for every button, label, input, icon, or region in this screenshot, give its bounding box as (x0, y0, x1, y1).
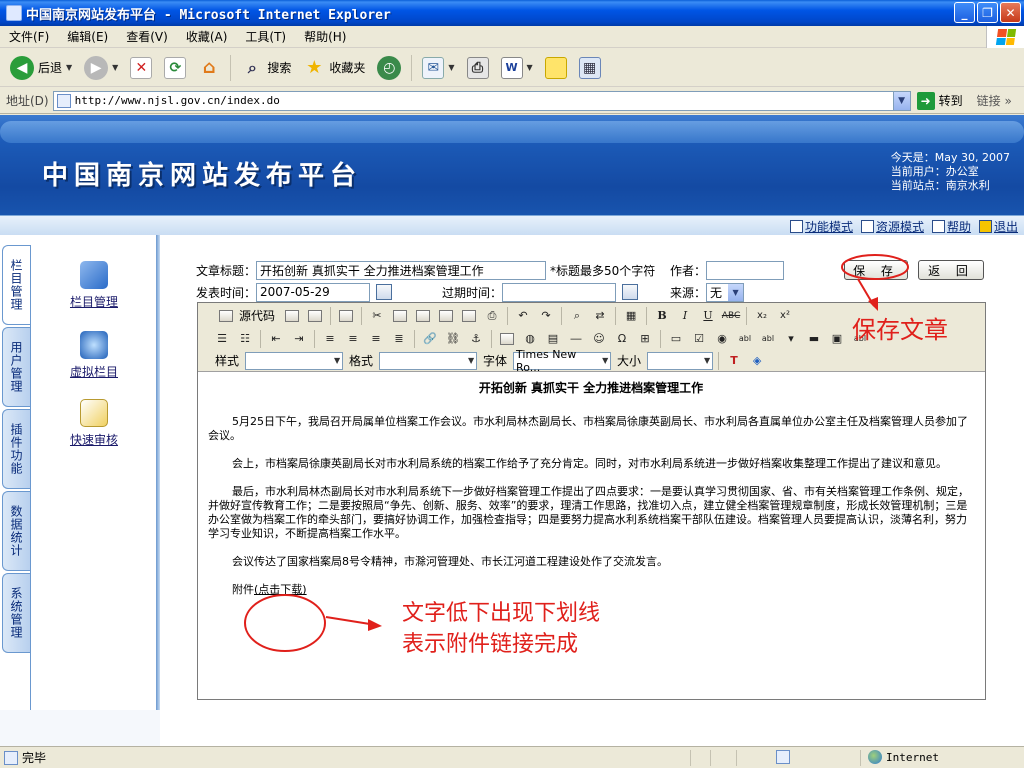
save-annotation: 保存文章 (852, 316, 948, 344)
dropdown-arrow-icon: ▼ (112, 63, 119, 72)
window-title: 中国南京网站发布平台 - Microsoft Internet Explorer (26, 7, 391, 23)
go-arrow-icon: ➜ (916, 91, 935, 110)
attachment-highlight-ellipse (244, 594, 326, 652)
menu-favorites[interactable]: 收藏(A) (177, 28, 237, 45)
zone-indicator: Internet (868, 750, 939, 764)
globe-icon (868, 750, 882, 764)
menu-help[interactable]: 帮助(H) (295, 28, 355, 45)
forward-arrow-icon: ▶ (84, 55, 109, 80)
research-icon: ▦ (578, 56, 601, 79)
close-button[interactable]: ✕ (1000, 2, 1021, 23)
refresh-button[interactable]: ⟳ (160, 52, 190, 84)
minimize-button[interactable]: _ (954, 2, 975, 23)
edit-button[interactable]: W ▼ (497, 52, 537, 84)
windows-flag-icon (995, 29, 1016, 45)
mail-button[interactable]: ✉ ▼ (418, 52, 458, 84)
refresh-icon: ⟳ (164, 56, 187, 79)
search-button[interactable]: ⌕ 搜索 (237, 52, 295, 84)
dropdown-arrow-icon: ▼ (448, 63, 455, 72)
stop-icon: ✕ (130, 56, 153, 79)
ie-icon (6, 5, 22, 21)
history-icon: ◴ (377, 55, 402, 80)
address-input[interactable]: http://www.njsl.gov.cn/index.do ▼ (52, 90, 911, 111)
print-button[interactable]: ⎙ (463, 52, 493, 84)
menu-view[interactable]: 查看(V) (117, 28, 177, 45)
status-text: 完毕 (22, 751, 47, 765)
favorites-button[interactable]: ★ 收藏夹 (299, 52, 369, 84)
dropdown-arrow-icon: ▼ (526, 63, 533, 72)
web-page: 中国南京网站发布平台 今天是：May 30, 2007 当前用户：办公室 当前站… (0, 115, 1024, 746)
back-arrow-icon: ◀ (10, 55, 34, 80)
back-button[interactable]: ◀ 后退 ▼ (6, 52, 76, 84)
links-button[interactable]: 链接 » (977, 92, 1012, 109)
dropdown-arrow-icon: ▼ (66, 63, 73, 72)
back-label: 后退 (38, 61, 63, 75)
browser-toolbar: ◀ 后退 ▼ ▶ ▼ ✕ ⟳ ⌂ ⌕ 搜索 ★ 收藏夹 ◴ ✉ ▼ ⎙ W ▼ … (0, 49, 1024, 87)
attachment-arrow-head (368, 619, 382, 631)
save-highlight-ellipse (841, 254, 909, 280)
menu-edit[interactable]: 编辑(E) (58, 28, 117, 45)
star-icon: ★ (306, 57, 323, 78)
menu-tools[interactable]: 工具(T) (236, 28, 295, 45)
window-controls: _ ❐ ✕ (954, 2, 1021, 23)
page-icon (56, 93, 71, 108)
zone-label: Internet (886, 750, 939, 764)
status-cell (736, 750, 737, 766)
menu-bar: 文件(F) 编辑(E) 查看(V) 收藏(A) 工具(T) 帮助(H) (0, 26, 1024, 48)
forward-button[interactable]: ▶ ▼ (80, 52, 122, 84)
search-icon: ⌕ (247, 57, 257, 77)
favorites-label: 收藏夹 (329, 61, 366, 75)
status-cell (710, 750, 711, 766)
link-annotation-line-1: 文字低下出现下划线 (402, 601, 601, 626)
maximize-button[interactable]: ❐ (977, 2, 998, 23)
discuss-button[interactable] (541, 52, 571, 84)
word-icon: W (500, 56, 523, 79)
search-label: 搜索 (267, 61, 292, 75)
printer-icon: ⎙ (466, 56, 489, 79)
menu-file[interactable]: 文件(F) (0, 28, 58, 45)
toolbar-separator (230, 54, 232, 81)
status-cell (860, 750, 861, 766)
address-url[interactable]: http://www.njsl.gov.cn/index.do (75, 94, 280, 107)
mail-icon: ✉ (422, 56, 445, 79)
links-label: 链接 (976, 94, 1001, 108)
history-button[interactable]: ◴ (373, 52, 405, 84)
status-cell (690, 750, 691, 766)
toolbar-separator (411, 54, 413, 81)
home-button[interactable]: ⌂ (194, 52, 224, 84)
go-label: 转到 (938, 94, 963, 108)
stop-button[interactable]: ✕ (126, 52, 156, 84)
windows-logo (986, 26, 1024, 48)
note-icon (544, 56, 567, 79)
security-icon (776, 750, 790, 764)
research-button[interactable]: ▦ (575, 52, 605, 84)
page-done-icon (4, 750, 18, 765)
address-label: 地址(D) (6, 94, 49, 108)
status-bar: 完毕 Internet (0, 746, 1024, 768)
home-icon: ⌂ (202, 57, 216, 78)
address-dropdown-icon[interactable]: ▼ (892, 91, 910, 110)
window-titlebar: 中国南京网站发布平台 - Microsoft Internet Explorer… (0, 0, 1024, 26)
link-annotation-line-2: 表示附件链接完成 (402, 632, 579, 657)
address-bar: 地址(D) http://www.njsl.gov.cn/index.do ▼ … (0, 88, 1024, 114)
go-button[interactable]: ➜ 转到 (916, 91, 963, 110)
